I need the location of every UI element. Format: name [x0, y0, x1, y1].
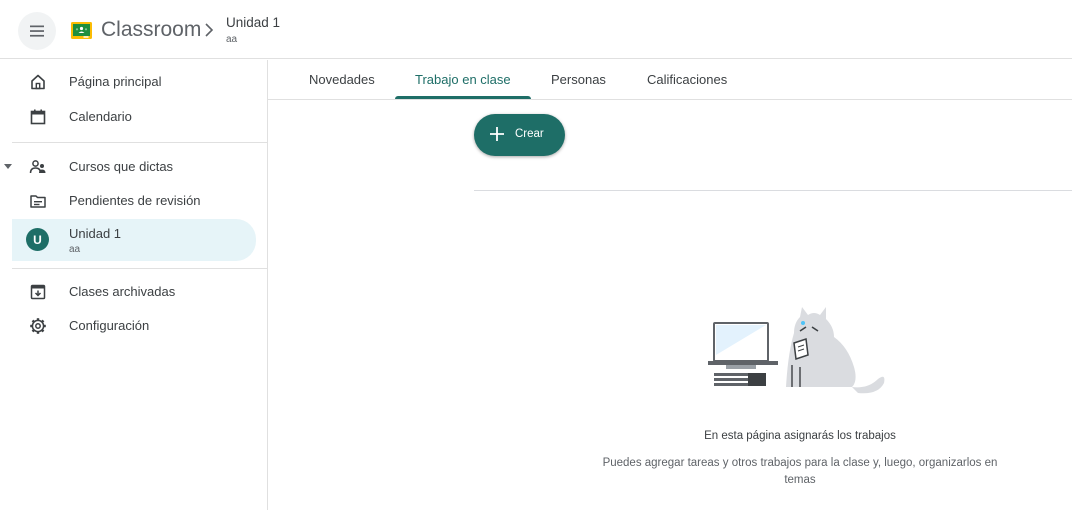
- app-name-link[interactable]: Classroom: [101, 18, 201, 42]
- empty-state-illustration-icon: [708, 307, 885, 394]
- caret-down-icon[interactable]: [3, 161, 13, 171]
- sidebar-item-label: Unidad 1: [69, 226, 122, 241]
- create-button[interactable]: Crear: [474, 114, 565, 156]
- sidebar-item-label: Cursos que dictas: [69, 159, 174, 174]
- breadcrumb-class-title[interactable]: Unidad 1: [226, 15, 280, 30]
- main-menu-button[interactable]: [18, 12, 56, 50]
- class-avatar: U: [26, 228, 49, 251]
- plus-icon: [490, 127, 504, 141]
- sidebar-divider: [12, 142, 268, 143]
- sidebar-item-settings[interactable]: Configuración: [12, 306, 256, 346]
- create-button-label: Crear: [515, 128, 544, 140]
- chevron-right-icon: [205, 23, 214, 37]
- tab-people[interactable]: Personas: [551, 72, 606, 87]
- classroom-logo-icon: [71, 22, 92, 39]
- sidebar-item-label: Pendientes de revisión: [69, 193, 201, 208]
- gear-icon: [30, 318, 46, 334]
- empty-state-title: En esta página asignarás los trabajos: [704, 430, 896, 442]
- hamburger-menu-icon: [30, 25, 44, 37]
- sidebar-item-to-review[interactable]: Pendientes de revisión: [12, 181, 256, 221]
- top-bar: Classroom Unidad 1 aa: [0, 0, 1072, 59]
- sidebar-item-calendar[interactable]: Calendario: [12, 97, 256, 137]
- archive-icon: [30, 284, 46, 300]
- calendar-icon: [30, 109, 46, 125]
- tab-classwork[interactable]: Trabajo en clase: [415, 72, 511, 87]
- tab-grades[interactable]: Calificaciones: [647, 72, 727, 87]
- tab-stream[interactable]: Novedades: [309, 72, 375, 87]
- people-icon: [29, 160, 46, 174]
- sidebar-item-home[interactable]: Página principal: [12, 62, 256, 102]
- empty-state-description: Puedes agregar tareas y otros trabajos p…: [602, 457, 998, 486]
- content-divider: [474, 190, 1072, 191]
- sidebar: Página principal Calendario Cursos que d…: [0, 60, 268, 510]
- breadcrumb-class-section: aa: [226, 34, 238, 45]
- sidebar-item-label: Calendario: [69, 109, 132, 124]
- sidebar-item-label: Configuración: [69, 318, 150, 333]
- active-tab-indicator: [395, 96, 531, 99]
- home-icon: [31, 74, 45, 90]
- sidebar-item-label: Página principal: [69, 74, 162, 89]
- sidebar-item-label: Clases archivadas: [69, 284, 176, 299]
- sidebar-divider: [12, 268, 268, 269]
- class-tabs: Novedades Trabajo en clase Personas Cali…: [268, 60, 1072, 100]
- folder-icon: [30, 195, 46, 208]
- sidebar-item-class-unidad-1[interactable]: U Unidad 1 aa: [12, 219, 256, 261]
- sidebar-item-sublabel: aa: [69, 244, 81, 255]
